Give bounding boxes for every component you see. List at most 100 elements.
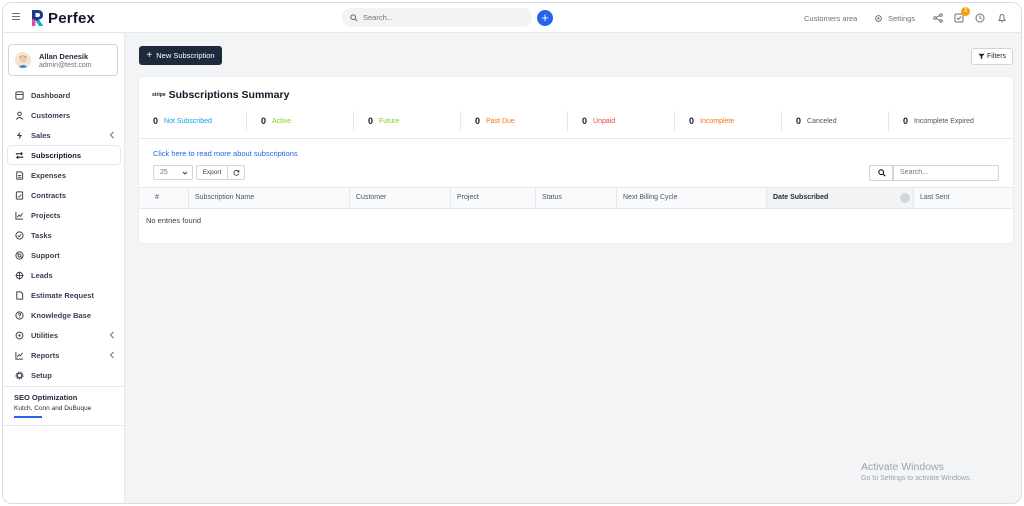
chart-icon <box>14 210 24 220</box>
refresh-icon <box>233 170 239 176</box>
customers-area-link[interactable]: Customers area <box>804 3 857 33</box>
user-name: Allan Denesik <box>39 51 89 61</box>
document-icon <box>14 190 24 200</box>
global-search-input[interactable] <box>363 13 523 22</box>
table-header: # Subscription Name Customer Project Sta… <box>139 187 1013 209</box>
stripe-logo: stripe <box>152 92 166 98</box>
column-header-last-sent[interactable]: Last Sent <box>913 188 1012 208</box>
column-header-customer[interactable]: Customer <box>349 188 451 208</box>
stat-count: 0 <box>689 116 695 126</box>
todo-count-badge: 3 <box>961 7 970 16</box>
pinned-project-client: Kutch, Conn and DuBuque <box>14 405 92 412</box>
settings-link[interactable]: Settings <box>874 3 915 33</box>
sidebar-item-label: Expenses <box>31 170 67 180</box>
app-name: Perfex <box>48 9 96 27</box>
pinned-project-progress <box>14 416 42 418</box>
sidebar-item-label: Tasks <box>31 230 52 240</box>
sidebar-item-customers[interactable]: Customers <box>3 105 125 125</box>
share-icon[interactable] <box>933 13 943 23</box>
windows-activation-watermark: Activate Windows Go to Settings to activ… <box>861 461 972 482</box>
sidebar-item-setup[interactable]: Setup <box>3 365 125 385</box>
sidebar-item-support[interactable]: Support <box>3 245 125 265</box>
app-window: Perfex + Customers area Settings 3 Allan… <box>2 2 1022 504</box>
top-bar: Perfex + Customers area Settings 3 <box>3 3 1021 33</box>
column-header-date-subscribed[interactable]: Date Subscribed <box>766 188 914 208</box>
logo[interactable]: Perfex <box>31 8 95 28</box>
stat-count: 0 <box>475 116 481 126</box>
sidebar-item-sales[interactable]: Sales <box>3 125 125 145</box>
column-header-next-billing[interactable]: Next Billing Cycle <box>616 188 767 208</box>
stat-count: 0 <box>261 116 267 126</box>
stat-count: 0 <box>903 116 909 126</box>
column-header-number[interactable]: # <box>149 188 189 208</box>
card-divider <box>139 138 1013 139</box>
sidebar-item-tasks[interactable]: Tasks <box>3 225 125 245</box>
subscriptions-card: stripe Subscriptions Summary 0 Not Subscr… <box>139 77 1013 243</box>
sidebar-item-label: Contracts <box>31 190 67 200</box>
subscriptions-help-link[interactable]: Click here to read more about subscripti… <box>153 149 298 158</box>
stat-label: Incomplete Expired <box>914 117 974 125</box>
table-search-button[interactable] <box>869 165 893 181</box>
bell-icon[interactable] <box>997 13 1007 23</box>
page-size-value: 25 <box>160 169 168 176</box>
sidebar-item-label: Sales <box>31 130 51 140</box>
logo-mark-icon <box>32 10 43 26</box>
sidebar-item-dashboard[interactable]: Dashboard <box>3 85 125 105</box>
stat-label: Incomplete <box>700 117 735 125</box>
page-size-select[interactable]: 25 <box>153 165 193 180</box>
sidebar-item-label: Estimate Request <box>31 290 94 300</box>
stat-incomplete: 0 Incomplete <box>674 111 781 131</box>
sidebar-item-expenses[interactable]: Expenses <box>3 165 125 185</box>
global-search[interactable] <box>342 8 532 27</box>
column-header-project[interactable]: Project <box>450 188 536 208</box>
column-header-subscription-name[interactable]: Subscription Name <box>188 188 350 208</box>
new-subscription-button[interactable]: + New Subscription <box>139 46 222 65</box>
stat-label: Canceled <box>807 117 837 125</box>
stat-count: 0 <box>582 116 588 126</box>
check-circle-icon <box>14 230 24 240</box>
file-icon <box>14 170 24 180</box>
table-search-field[interactable] <box>893 165 999 181</box>
user-icon <box>14 110 24 120</box>
stat-count: 0 <box>796 116 802 126</box>
search-icon <box>878 169 886 177</box>
column-header-status[interactable]: Status <box>535 188 617 208</box>
user-profile-card[interactable]: Allan Denesik admin@test.com <box>8 44 118 76</box>
sidebar-menu: Dashboard Customers Sales Subscriptions … <box>3 85 125 385</box>
sidebar-item-utilities[interactable]: Utilities <box>3 325 125 345</box>
sidebar-item-label: Knowledge Base <box>31 310 92 320</box>
stat-label: Future <box>379 117 400 125</box>
sidebar-item-estimate-request[interactable]: Estimate Request <box>3 285 125 305</box>
search-icon <box>350 13 358 22</box>
sidebar-item-subscriptions[interactable]: Subscriptions <box>7 145 121 165</box>
table-search-input[interactable] <box>900 169 996 176</box>
sidebar-item-label: Support <box>31 250 60 260</box>
sidebar-item-projects[interactable]: Projects <box>3 205 125 225</box>
sidebar-item-leads[interactable]: Leads <box>3 265 125 285</box>
menu-toggle-icon[interactable] <box>12 13 20 20</box>
repeat-icon <box>14 150 24 160</box>
stat-unpaid: 0 Unpaid <box>567 111 674 131</box>
sidebar-item-label: Dashboard <box>31 90 71 100</box>
quick-create-button[interactable]: + <box>537 10 553 26</box>
stat-active: 0 Active <box>246 111 353 131</box>
pinned-project[interactable]: SEO Optimization Kutch, Conn and DuBuque <box>3 386 125 426</box>
sidebar-item-knowledge-base[interactable]: Knowledge Base <box>3 305 125 325</box>
sidebar-item-label: Reports <box>31 350 60 360</box>
avatar <box>15 52 31 68</box>
chevron-left-icon <box>109 131 114 139</box>
export-button[interactable]: Export <box>196 165 228 180</box>
chevron-down-icon <box>182 171 188 175</box>
watermark-subtitle: Go to Settings to activate Windows. <box>861 475 972 482</box>
bolt-icon <box>14 130 24 140</box>
watermark-title: Activate Windows <box>861 461 944 473</box>
refresh-button[interactable] <box>227 165 245 180</box>
stat-count: 0 <box>368 116 374 126</box>
sidebar-item-reports[interactable]: Reports <box>3 345 125 365</box>
gear-icon <box>875 14 882 22</box>
clock-icon[interactable] <box>975 13 985 23</box>
sidebar-item-contracts[interactable]: Contracts <box>3 185 125 205</box>
stat-count: 0 <box>153 116 159 126</box>
filter-icon <box>978 53 985 60</box>
filters-button[interactable]: Filters <box>971 48 1013 65</box>
